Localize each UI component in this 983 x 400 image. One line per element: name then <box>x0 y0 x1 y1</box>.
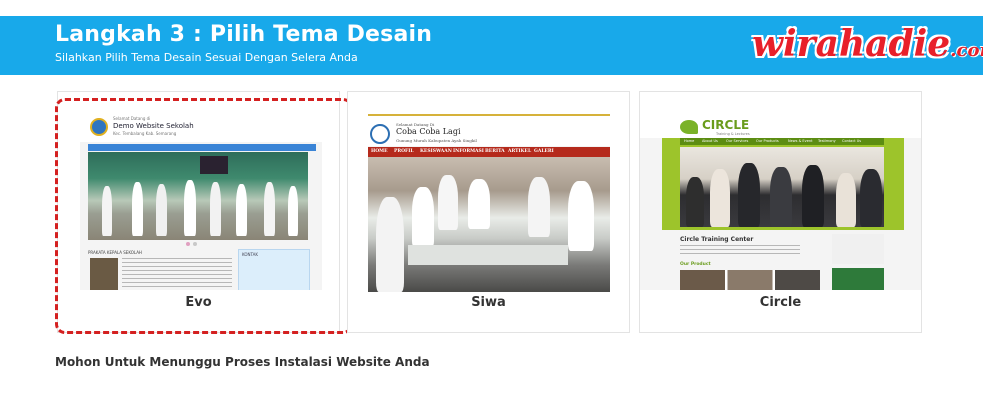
preview-nav-item: Our Services <box>726 139 749 143</box>
theme-name: Siwa <box>471 295 506 310</box>
preview-tagline: Training & Lectures <box>716 132 750 136</box>
theme-preview-siwa: Selamat Datang Di Coba Coba Lagi Gunung … <box>368 114 610 292</box>
preview-nav-item: PROFIL <box>394 149 414 154</box>
step-header: Langkah 3 : Pilih Tema Desain Silahkan P… <box>0 16 983 75</box>
theme-name: Circle <box>759 295 802 310</box>
selected-theme-indicator <box>55 98 353 334</box>
preview-nav-item: Testimony <box>818 139 836 143</box>
brand-suffix: .com <box>950 40 983 61</box>
preview-nav: HOME PROFIL KESISWAAN INFORMASI BERITA A… <box>368 147 610 157</box>
step-title: Langkah 3 : Pilih Tema Desain <box>55 22 433 47</box>
preview-nav-item: GALERI <box>534 149 554 154</box>
preview-header: CIRCLE Training & Lectures <box>640 112 921 138</box>
preview-nav: Home About Us Our Services Our Products … <box>680 138 884 145</box>
circle-logo-icon <box>680 120 698 134</box>
preview-content-title: Circle Training Center <box>680 236 754 243</box>
theme-card-siwa[interactable]: Selamat Datang Di Coba Coba Lagi Gunung … <box>347 91 630 333</box>
preview-sidebar-banner <box>832 268 884 290</box>
theme-card-circle[interactable]: CIRCLE Training & Lectures Home About Us… <box>639 91 922 333</box>
preview-product-images <box>680 270 820 290</box>
step-subtitle: Silahkan Pilih Tema Desain Sesuai Dengan… <box>55 51 358 64</box>
school-logo-icon <box>370 124 390 144</box>
preview-nav-item: Our Products <box>756 139 779 143</box>
preview-nav-item: Home <box>684 139 695 143</box>
preview-nav-item: INFORMASI <box>453 149 484 154</box>
preview-sidebar-image <box>832 234 884 264</box>
preview-slider-image <box>368 157 610 292</box>
preview-nav-item: HOME <box>371 149 388 154</box>
preview-nav-item: ARTIKEL <box>508 149 532 154</box>
preview-site-name: CIRCLE <box>702 118 750 132</box>
preview-nav-item: Contact Us <box>842 139 862 143</box>
preview-text-block <box>680 245 800 257</box>
preview-address: Gunung Murah Kabupaten Ayah Singkil <box>396 138 477 143</box>
preview-site-name: Coba Coba Lagi <box>396 127 461 136</box>
brand-name: wirahadie <box>752 23 951 65</box>
preview-nav-item: BERITA <box>485 149 505 154</box>
install-wait-message: Mohon Untuk Menunggu Proses Instalasi We… <box>55 355 430 369</box>
preview-nav-item: KESISWAAN <box>420 149 452 154</box>
theme-preview-circle: CIRCLE Training & Lectures Home About Us… <box>640 112 921 290</box>
preview-slider-image <box>680 147 884 227</box>
preview-products-title: Our Product <box>680 262 711 267</box>
preview-header: Selamat Datang Di Coba Coba Lagi Gunung … <box>368 116 610 146</box>
installer-page: Langkah 3 : Pilih Tema Desain Silahkan P… <box>0 0 983 400</box>
preview-nav-item: News & Event <box>788 139 813 143</box>
preview-nav-item: About Us <box>702 139 718 143</box>
brand-logo: wirahadie.com <box>752 24 983 68</box>
